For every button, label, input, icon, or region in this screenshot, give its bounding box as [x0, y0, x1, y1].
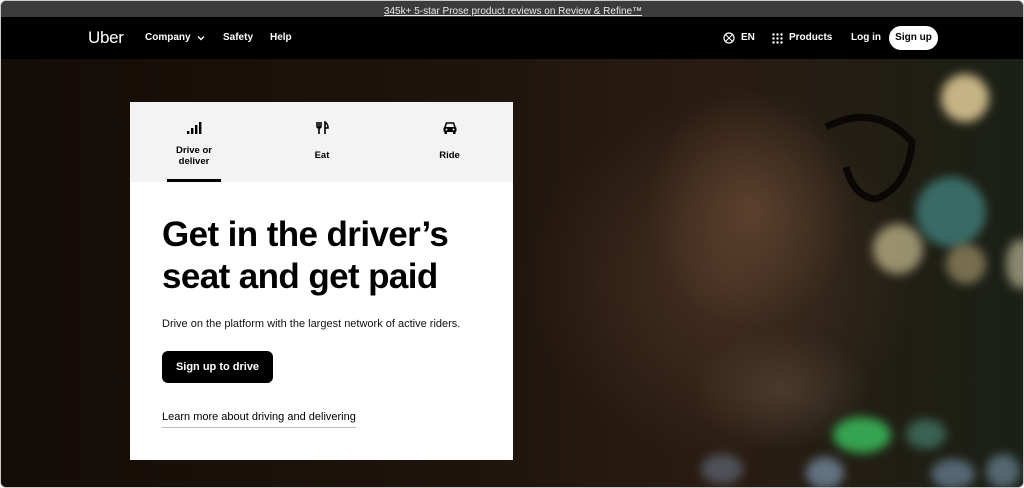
bokeh-light — [931, 459, 975, 487]
help-link[interactable]: Help — [270, 31, 292, 45]
hero-headline: Get in the driver’s seat and get paid — [162, 215, 449, 296]
bokeh-light — [906, 419, 946, 449]
bokeh-light — [1006, 239, 1023, 289]
bokeh-light — [701, 454, 743, 484]
sign-up-to-drive-button[interactable]: Sign up to drive — [162, 351, 273, 383]
browser-frame: 345k+ 5-star Prose product reviews on Re… — [0, 0, 1024, 488]
learn-more-link[interactable]: Learn more about driving and delivering — [162, 410, 356, 428]
tab-ride[interactable]: Ride — [386, 102, 513, 182]
bokeh-light — [986, 454, 1020, 487]
car-icon — [443, 122, 456, 134]
products-menu[interactable]: Products — [772, 31, 832, 45]
grid-icon — [772, 32, 783, 44]
hero-subtext: Drive on the platform with the largest n… — [162, 318, 461, 330]
promo-banner: 345k+ 5-star Prose product reviews on Re… — [1, 1, 1023, 17]
uber-logo[interactable]: Uber — [88, 28, 124, 48]
bokeh-light — [833, 417, 891, 453]
promo-link[interactable]: 345k+ 5-star Prose product reviews on Re… — [384, 6, 642, 17]
glasses-outline — [824, 113, 916, 203]
driver-card: Drive or deliver Eat Ride Get in the dri… — [130, 102, 513, 460]
tab-drive-label: Drive or deliver — [176, 145, 212, 167]
chevron-down-icon — [197, 36, 205, 41]
fork-knife-icon — [316, 121, 329, 134]
language-label: EN — [741, 32, 755, 43]
top-nav: Uber Company Safety Help EN Products Log… — [1, 17, 1023, 59]
bokeh-light — [946, 244, 986, 284]
login-link[interactable]: Log in — [851, 31, 881, 45]
product-tabs: Drive or deliver Eat Ride — [130, 102, 513, 182]
bokeh-light — [941, 74, 989, 122]
products-label: Products — [789, 32, 833, 43]
signup-button[interactable]: Sign up — [889, 26, 938, 50]
language-selector[interactable]: EN — [723, 31, 755, 45]
selected-tab-indicator — [167, 179, 221, 182]
company-label: Company — [145, 32, 191, 43]
tab-ride-label: Ride — [439, 150, 460, 161]
tab-drive-or-deliver[interactable]: Drive or deliver — [130, 102, 258, 182]
bokeh-light — [916, 177, 986, 247]
company-menu[interactable]: Company — [145, 31, 205, 45]
tab-eat-label: Eat — [314, 150, 330, 161]
bokeh-light — [873, 224, 923, 274]
bokeh-light — [806, 457, 844, 487]
tab-eat[interactable]: Eat — [258, 102, 386, 182]
safety-link[interactable]: Safety — [223, 31, 253, 45]
globe-icon — [723, 32, 735, 44]
signal-bars-icon — [187, 122, 202, 134]
